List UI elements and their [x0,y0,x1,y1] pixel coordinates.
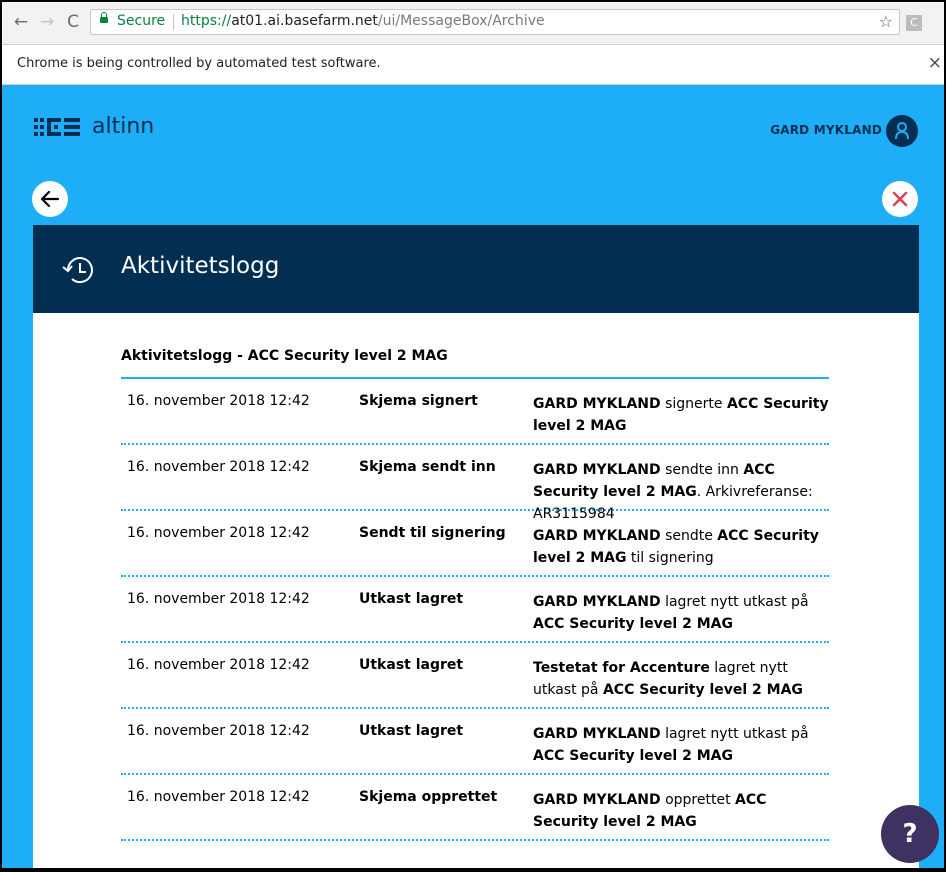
browser-toolbar: ← → C Secure https://at01.ai.basefarm.ne… [2,2,944,45]
log-description-text: sendte [660,528,718,544]
log-description-bold: GARD MYKLAND [533,462,661,478]
log-action: Utkast lagret [359,657,464,673]
log-description: GARD MYKLAND signerte ACC Security level… [533,393,829,437]
log-description: GARD MYKLAND lagret nytt utkast på ACC S… [533,723,829,767]
log-date: 16. november 2018 12:42 [127,459,310,475]
log-description-bold: GARD MYKLAND [533,528,661,544]
infobar-close-icon[interactable]: × [928,53,942,73]
log-row: 16. november 2018 12:42 Utkast lagret Test… [121,643,829,709]
browser-window: ← → C Secure https://at01.ai.basefarm.ne… [2,2,944,868]
address-separator [173,14,174,30]
log-description-text: lagret nytt utkast på [660,594,809,610]
log-row: 16. november 2018 12:42 Utkast lagret GARD… [121,709,829,775]
modal-header: Aktivitetslogg [33,225,919,313]
infobar-text: Chrome is being controlled by automated … [17,56,381,71]
url-host: at01.ai.basefarm.net [231,13,378,29]
log-action: Skjema opprettet [359,789,498,805]
help-button[interactable]: ? [881,805,939,863]
lock-icon [100,12,108,23]
log-action: Skjema sendt inn [359,459,496,475]
arrow-left-icon [40,190,60,208]
url-text[interactable]: https://at01.ai.basefarm.net/ui/MessageB… [181,13,545,29]
log-date: 16. november 2018 12:42 [127,789,310,805]
log-description-text: signerte [660,396,727,412]
user-name[interactable]: GARD MYKLAND [770,123,882,137]
log-description-bold: ACC Security level 2 MAG [602,682,803,698]
log-description-bold: GARD MYKLAND [533,726,661,742]
user-avatar-icon[interactable] [886,115,918,147]
log-date: 16. november 2018 12:42 [127,525,310,541]
log-action: Utkast lagret [359,591,464,607]
logo-text: altinn [92,114,155,139]
log-date: 16. november 2018 12:42 [127,657,310,673]
log-date: 16. november 2018 12:42 [127,591,310,607]
log-heading: Aktivitetslogg - ACC Security level 2 MA… [121,348,448,364]
log-row: 16. november 2018 12:42 Skjema sendt inn G… [121,445,829,522]
close-icon [892,191,908,207]
log-action: Sendt til signering [359,525,506,541]
log-row: 16. november 2018 12:42 Skjema signert GAR… [121,379,829,445]
back-button[interactable] [32,181,68,217]
log-description: GARD MYKLAND opprettet ACC Security leve… [533,789,829,833]
log-description: Testetat for Accenture lagret nytt utkas… [533,657,829,701]
log-description: GARD MYKLAND sendte ACC Security level 2… [533,525,829,569]
bookmark-star-icon[interactable]: ☆ [879,12,893,31]
log-row: 16. november 2018 12:42 Skjema opprettet G… [121,775,829,841]
log-description-text: til signering [626,550,714,566]
log-description-text: opprettet [660,792,736,808]
log-description-text: lagret nytt utkast på [660,726,809,742]
log-description-bold: Testetat for Accenture [533,660,710,676]
log-row: 16. november 2018 12:42 Utkast lagret GARD… [121,577,829,643]
log-action: Skjema signert [359,393,478,409]
activity-log-table: 16. november 2018 12:42 Skjema signert GAR… [121,377,829,841]
automation-infobar: Chrome is being controlled by automated … [2,45,944,85]
modal-title: Aktivitetslogg [121,253,280,279]
forward-arrow-icon[interactable]: → [38,12,56,32]
log-description-text: sendte inn [660,462,744,478]
address-bar[interactable]: Secure https://at01.ai.basefarm.net/ui/M… [90,9,900,35]
log-date: 16. november 2018 12:42 [127,393,310,409]
modal-body: Aktivitetslogg - ACC Security level 2 MA… [33,313,919,868]
log-action: Utkast lagret [359,723,464,739]
url-path: /ui/MessageBox/Archive [377,13,545,29]
log-description-bold: GARD MYKLAND [533,792,661,808]
history-clock-icon [62,257,93,284]
log-description: GARD MYKLAND lagret nytt utkast på ACC S… [533,591,829,635]
log-description-bold: GARD MYKLAND [533,594,661,610]
extension-icon[interactable]: C [906,15,922,31]
log-date: 16. november 2018 12:42 [127,723,310,739]
altinn-logo-mark-icon [34,118,80,136]
log-description-bold: ACC Security level 2 MAG [533,748,733,764]
url-scheme: https:// [181,13,232,29]
log-row: 16. november 2018 12:42 Sendt til signeri… [121,511,829,577]
log-description-bold: GARD MYKLAND [533,396,661,412]
log-description-bold: ACC Security level 2 MAG [533,616,733,632]
back-arrow-icon[interactable]: ← [12,12,30,32]
reload-icon[interactable]: C [64,12,82,32]
secure-label: Secure [117,13,166,29]
close-modal-button[interactable] [882,181,918,217]
